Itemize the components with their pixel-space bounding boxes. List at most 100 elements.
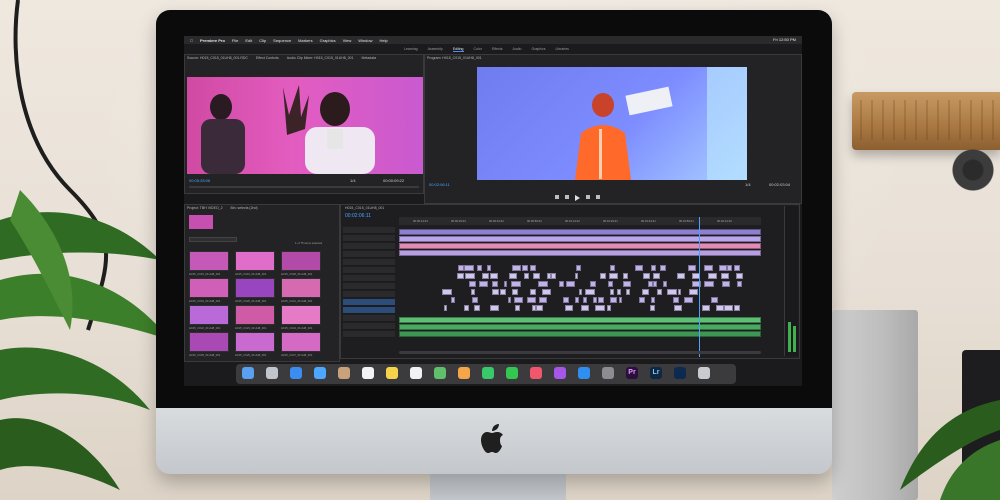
video-clip-cut[interactable] [457, 265, 464, 271]
video-clip-cut[interactable] [538, 281, 548, 287]
video-clip-cut[interactable] [639, 297, 645, 303]
project-thumbnail[interactable] [189, 278, 229, 298]
video-clip-cut[interactable] [599, 273, 607, 279]
video-clip-cut[interactable] [597, 297, 605, 303]
dock-icon-facetime[interactable] [506, 367, 518, 379]
video-clip-cut[interactable] [719, 265, 727, 271]
project-thumbnail[interactable] [235, 278, 275, 298]
menu-markers[interactable]: Markers [298, 38, 312, 43]
video-clip-cut[interactable] [653, 273, 661, 279]
track-header[interactable] [343, 323, 395, 330]
video-clip-cut[interactable] [609, 265, 616, 271]
video-clip-cut[interactable] [530, 289, 536, 295]
video-clip-cut[interactable] [529, 265, 536, 271]
video-clip-cut[interactable] [659, 265, 666, 271]
video-clip-cut[interactable] [623, 273, 629, 279]
workspace-audio[interactable]: Audio [513, 47, 522, 52]
workspace-graphics[interactable]: Graphics [531, 47, 545, 52]
video-clip-cut[interactable] [649, 305, 655, 311]
dock-icon-photos[interactable] [458, 367, 470, 379]
video-clip-v5[interactable] [399, 250, 761, 256]
video-clip-cut[interactable] [584, 289, 595, 295]
video-clip-v6[interactable] [399, 243, 761, 249]
menu-clip[interactable]: Clip [259, 38, 266, 43]
video-clip-cut[interactable] [635, 265, 643, 271]
track-header[interactable] [343, 275, 395, 282]
video-clip-cut[interactable] [476, 265, 482, 271]
video-clip-cut[interactable] [703, 281, 714, 287]
video-clip-cut[interactable] [592, 297, 598, 303]
video-clip-cut[interactable] [651, 297, 655, 303]
track-header[interactable] [343, 259, 395, 266]
mark-out-icon[interactable] [596, 195, 600, 199]
video-clip-cut[interactable] [487, 265, 491, 271]
video-clip-cut[interactable] [724, 305, 733, 311]
video-clip-cut[interactable] [509, 273, 518, 279]
video-clip-cut[interactable] [663, 281, 667, 287]
video-clip-cut[interactable] [678, 289, 682, 295]
tab-effect-controls[interactable]: Effect Controls [256, 56, 279, 60]
menu-window[interactable]: Window [358, 38, 372, 43]
tab-program[interactable]: Program: H015_C015_01UH8_001 [427, 56, 482, 60]
dock-icon-mail[interactable] [314, 367, 326, 379]
track-header[interactable] [343, 307, 395, 314]
video-clip-cut[interactable] [727, 265, 733, 271]
project-thumbnail[interactable] [281, 332, 321, 352]
track-header[interactable] [343, 235, 395, 242]
dock-icon-music[interactable] [530, 367, 542, 379]
source-scrubber[interactable] [189, 186, 419, 188]
video-clip-cut[interactable] [715, 305, 724, 311]
project-thumbnail[interactable] [235, 305, 275, 325]
dock-icon-lightroom[interactable]: Lr [650, 367, 662, 379]
track-header[interactable] [343, 251, 395, 258]
menu-edit[interactable]: Edit [245, 38, 252, 43]
video-clip-cut[interactable] [510, 281, 521, 287]
video-clip-cut[interactable] [469, 281, 477, 287]
program-timecode-in[interactable]: 00:02:06:11 [429, 182, 450, 187]
timeline-playhead[interactable] [699, 217, 700, 357]
video-clip-cut[interactable] [565, 305, 573, 311]
video-clip-cut[interactable] [616, 289, 622, 295]
video-clip-cut[interactable] [590, 281, 597, 287]
timeline-tab[interactable]: H015_C015_01UH8_001 [345, 206, 384, 210]
tab-project[interactable]: Project: TBH VIDEO_2 [187, 206, 223, 210]
video-clip-cut[interactable] [566, 281, 576, 287]
program-zoom[interactable]: 1/4 [745, 182, 751, 187]
dock-icon-app-store[interactable] [578, 367, 590, 379]
workspace-learning[interactable]: Learning [404, 47, 418, 52]
project-thumbnail[interactable] [189, 332, 229, 352]
menu-help[interactable]: Help [379, 38, 387, 43]
video-clip-cut[interactable] [578, 289, 583, 295]
workspace-effects[interactable]: Effects [492, 47, 503, 52]
video-clip-cut[interactable] [536, 305, 543, 311]
video-clip-cut[interactable] [574, 273, 578, 279]
video-clip-cut[interactable] [575, 265, 582, 271]
video-clip-cut[interactable] [703, 265, 714, 271]
video-clip-cut[interactable] [643, 273, 651, 279]
video-clip-cut[interactable] [642, 289, 649, 295]
dock-icon-launchpad[interactable] [266, 367, 278, 379]
video-clip-cut[interactable] [450, 297, 455, 303]
audio-clip-a1[interactable] [399, 317, 761, 323]
video-clip-cut[interactable] [736, 273, 744, 279]
video-clip-cut[interactable] [515, 305, 520, 311]
video-clip-cut[interactable] [711, 297, 719, 303]
video-clip-cut[interactable] [610, 297, 617, 303]
video-clip-cut[interactable] [471, 297, 479, 303]
video-clip-cut[interactable] [689, 289, 699, 295]
video-clip-cut[interactable] [737, 281, 743, 287]
dock-icon-premiere-pro[interactable]: Pr [626, 367, 638, 379]
tab-source[interactable]: Source: H015_C015_01UH8_001.RDC [187, 56, 248, 60]
video-clip-cut[interactable] [507, 297, 512, 303]
play-icon[interactable] [575, 195, 580, 201]
video-clip-cut[interactable] [526, 297, 537, 303]
dock-icon-messages[interactable] [482, 367, 494, 379]
audio-clip-a3[interactable] [399, 331, 761, 337]
dock-icon-notes[interactable] [386, 367, 398, 379]
dock-icon-safari[interactable] [290, 367, 302, 379]
video-clip-cut[interactable] [610, 289, 615, 295]
dock-icon-system-preferences[interactable] [602, 367, 614, 379]
video-clip-cut[interactable] [503, 281, 507, 287]
timeline-timecode[interactable]: 00:02:06:11 [345, 213, 371, 219]
dock-icon-maps[interactable] [434, 367, 446, 379]
